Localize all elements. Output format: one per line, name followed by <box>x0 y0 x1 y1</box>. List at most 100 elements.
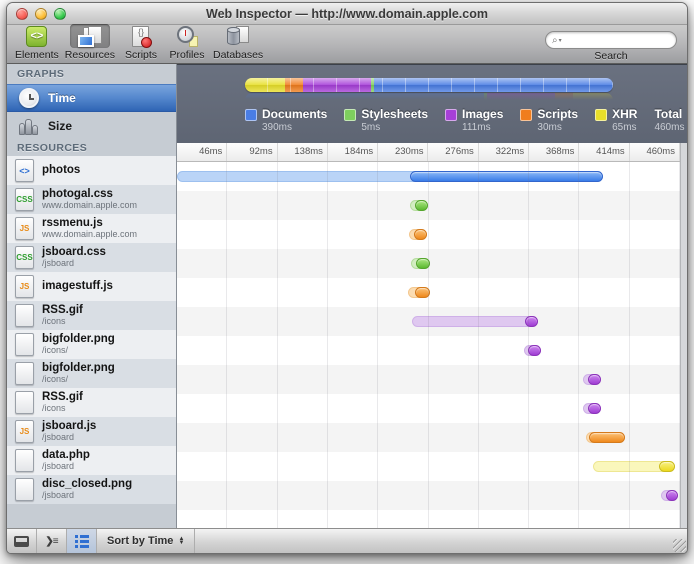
resource-list-item[interactable]: CSS photogal.css www.domain.apple.com <box>7 185 176 214</box>
time-tick-label: 368ms <box>529 143 580 161</box>
graph-summary-header: Documents 390ms Stylesheets 5ms Images 111ms S… <box>177 64 687 143</box>
dock-bottom-icon <box>14 535 29 547</box>
timeline-row <box>177 162 680 191</box>
resource-list-item[interactable]: bigfolder.png/icons/ <box>7 359 176 388</box>
zoom-window-button[interactable] <box>54 8 66 20</box>
resource-list-item[interactable]: RSS.gif/icons <box>7 388 176 417</box>
time-tick-label: 138ms <box>278 143 328 161</box>
toolbar-button-profiles[interactable]: Profiles <box>167 24 207 61</box>
resource-list-item[interactable]: JS imagestuff.js <box>7 272 176 301</box>
resource-timing-bar[interactable] <box>582 403 602 414</box>
time-tick-label: 92ms <box>227 143 278 161</box>
list-view-icon <box>74 534 89 548</box>
resource-path: /icons/ <box>42 344 69 355</box>
toolbar-button-label: Profiles <box>169 49 205 61</box>
toolbar-button-elements[interactable]: <> Elements <box>15 24 59 61</box>
toolbar-button-scripts[interactable]: {} Scripts <box>121 24 161 61</box>
dock-bottom-button[interactable] <box>7 529 37 553</box>
gridline <box>326 162 328 528</box>
legend-label: Stylesheets <box>361 107 429 121</box>
vertical-scrollbar-track[interactable] <box>680 143 687 528</box>
sidebar: GRAPHS Time Size RESOURCES <> photos CSS pho… <box>7 64 177 528</box>
resource-list-item[interactable]: JS jsboard.js/jsboard <box>7 417 176 446</box>
resource-timing-bar[interactable] <box>523 345 542 356</box>
toolbar-button-databases[interactable]: Databases <box>213 24 263 61</box>
resource-texts: disc_closed.png/jsboard <box>42 478 132 501</box>
resources-section-header: RESOURCES <box>17 142 88 154</box>
resource-timing-bar[interactable] <box>408 229 428 240</box>
toolbar-icon-wrap: <> <box>17 24 57 48</box>
resources-icon <box>77 25 102 47</box>
legend-texts: Documents 390ms <box>262 107 328 133</box>
resource-list-item[interactable]: data.php/jsboard <box>7 446 176 475</box>
clock-icon <box>19 88 39 108</box>
show-console-button[interactable]: ❯≡ <box>37 529 67 553</box>
toolbar-button-resources[interactable]: Resources <box>65 24 115 61</box>
resource-path: /icons <box>42 315 66 326</box>
gridline <box>427 162 429 528</box>
resource-list-item[interactable]: RSS.gif/icons <box>7 301 176 330</box>
blank-file-icon <box>15 362 34 385</box>
resource-name: photogal.css <box>42 188 113 201</box>
legend-swatch <box>344 109 357 121</box>
time-scale-header: 46ms 92ms 138ms 184ms 230ms 276ms 322ms 368ms 41… <box>177 143 687 162</box>
resource-list-item[interactable]: CSS jsboard.css/jsboard <box>7 243 176 272</box>
js-file-icon: JS <box>15 275 34 298</box>
gridline <box>226 162 228 528</box>
sort-by-label: Sort by Time <box>107 535 174 547</box>
resource-timing-bar[interactable] <box>407 287 430 298</box>
legend-label: XHR <box>612 107 638 121</box>
resource-texts: bigfolder.png/icons/ <box>42 362 115 385</box>
resource-texts: data.php/jsboard <box>42 449 90 472</box>
elements-icon: <> <box>26 25 48 47</box>
resource-list-item[interactable]: <> photos <box>7 156 176 185</box>
blank-file-icon <box>15 304 34 327</box>
timeline-row <box>177 481 680 510</box>
window-resize-grip[interactable] <box>673 539 686 552</box>
legend-item-stylesheets: Stylesheets 5ms <box>344 107 429 133</box>
resource-timing-bar[interactable] <box>661 490 678 501</box>
list-view-button[interactable] <box>67 529 97 553</box>
sidebar-item-time[interactable]: Time <box>7 84 176 112</box>
resource-list-item[interactable]: JS rssmenu.js www.domain.apple.com <box>7 214 176 243</box>
close-window-button[interactable] <box>16 8 28 20</box>
resource-timing-bar[interactable] <box>585 432 626 443</box>
resource-name: jsboard.js <box>42 420 97 433</box>
search-field[interactable]: ⌕ ▾ <box>545 31 677 49</box>
weight-shape <box>25 119 32 135</box>
html-file-icon: <> <box>15 159 34 182</box>
sort-by-dropdown[interactable]: Sort by Time ▲ ▼ <box>97 529 196 553</box>
time-tick-label: 414ms <box>579 143 630 161</box>
resource-list-item[interactable]: disc_closed.png/jsboard <box>7 475 176 504</box>
summary-segment-xhr <box>573 93 613 101</box>
resource-path: /jsboard <box>42 460 75 471</box>
toolbar: <> Elements Resources {} Scripts Profiles Data… <box>7 24 687 64</box>
resource-timing-bar[interactable] <box>177 171 604 182</box>
resource-timing-bar[interactable] <box>582 374 602 385</box>
summary-segment-documents <box>245 93 484 101</box>
legend: Documents 390ms Stylesheets 5ms Images 111ms S… <box>245 107 687 133</box>
window-title: Web Inspector — http://www.domain.apple.… <box>206 6 488 21</box>
legend-texts: Total 460ms <box>654 107 684 133</box>
resource-name: disc_closed.png <box>42 478 133 491</box>
sidebar-item-size[interactable]: Size <box>7 112 176 140</box>
resource-timing-bar[interactable] <box>412 316 538 327</box>
legend-item-total: Total 460ms <box>654 107 684 133</box>
gridline <box>578 162 580 528</box>
latency-segment <box>412 316 538 327</box>
resource-name: bigfolder.png <box>42 333 115 346</box>
resource-timing-bar[interactable] <box>592 461 675 472</box>
title-bar[interactable]: Web Inspector — http://www.domain.apple.… <box>7 3 687 25</box>
search-input[interactable] <box>561 34 670 46</box>
resource-timing-bar[interactable] <box>409 200 429 211</box>
timeline-row <box>177 336 680 365</box>
gridline <box>276 162 278 528</box>
console-prompt-icon: ❯≡ <box>45 535 58 547</box>
download-segment <box>527 345 542 356</box>
timeline-row <box>177 365 680 394</box>
legend-label: Documents <box>262 107 328 121</box>
minimize-window-button[interactable] <box>35 8 47 20</box>
search-caption: Search <box>594 50 628 62</box>
resource-name: data.php <box>42 449 90 462</box>
resource-list-item[interactable]: bigfolder.png/icons/ <box>7 330 176 359</box>
